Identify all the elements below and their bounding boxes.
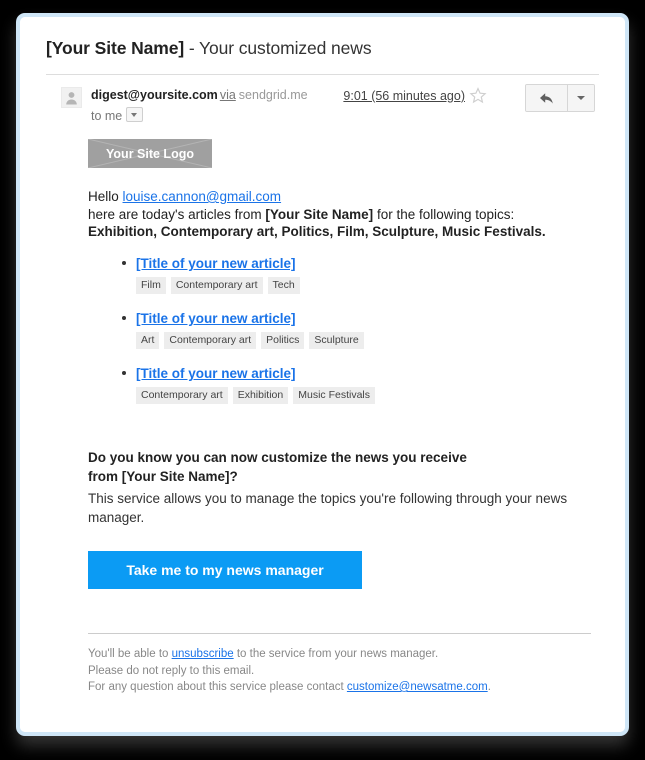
article-title-link[interactable]: [Title of your new article] — [136, 366, 296, 381]
footer-line1-prefix: You'll be able to — [88, 648, 172, 660]
greeting-line: Hello louise.cannon@gmail.com — [88, 189, 608, 204]
recipients-label: to me — [91, 109, 123, 123]
tag-chip[interactable]: Contemporary art — [164, 332, 257, 349]
footer-divider — [88, 633, 591, 634]
message-actions — [525, 84, 595, 112]
promo-headline-line1: Do you know you can now customize the ne… — [88, 450, 467, 465]
list-item: [Title of your new article] Film Contemp… — [88, 255, 608, 294]
tag-chip[interactable]: Sculpture — [309, 332, 364, 349]
tag-chip[interactable]: Politics — [261, 332, 305, 349]
article-tags: Film Contemporary art Tech — [136, 277, 608, 294]
intro-suffix: for the following topics: — [373, 207, 515, 222]
list-item: [Title of your new article] Art Contempo… — [88, 310, 608, 349]
email-body: Your Site Logo Hello louise.cannon@gmail… — [88, 139, 608, 696]
footer-line1-suffix: to the service from your news manager. — [233, 648, 439, 660]
tag-chip[interactable]: Contemporary art — [136, 387, 228, 404]
footer-line-contact: For any question about this service plea… — [88, 679, 608, 696]
unsubscribe-link[interactable]: unsubscribe — [172, 648, 234, 660]
sender-email[interactable]: digest@yoursite.com — [91, 88, 218, 102]
tag-chip[interactable]: Contemporary art — [170, 277, 263, 294]
tag-chip[interactable]: Art — [136, 332, 160, 349]
topics-line: Exhibition, Contemporary art, Politics, … — [88, 224, 546, 239]
email-footer: You'll be able to unsubscribe to the ser… — [88, 646, 608, 696]
greeting-prefix: Hello — [88, 189, 123, 204]
list-item: [Title of your new article] Contemporary… — [88, 365, 608, 404]
intro-site-name: [Your Site Name] — [265, 207, 374, 222]
subject-site-name: [Your Site Name] — [46, 38, 185, 58]
reply-arrow-icon — [540, 92, 553, 104]
article-title-link[interactable]: [Title of your new article] — [136, 311, 296, 326]
site-logo-label: Your Site Logo — [106, 146, 194, 161]
tag-chip[interactable]: Film — [136, 277, 166, 294]
promo-section: Do you know you can now customize the ne… — [88, 448, 608, 589]
email-card: [Your Site Name] - Your customized news … — [20, 17, 625, 732]
intro-prefix: here are today's articles from — [88, 207, 266, 222]
recipients-line: to me — [91, 107, 144, 123]
avatar — [61, 87, 82, 108]
footer-line-no-reply: Please do not reply to this email. — [88, 664, 255, 677]
contact-email-link[interactable]: customize@newsatme.com — [347, 681, 488, 693]
via-domain: sendgrid.me — [238, 88, 308, 102]
promo-subtext: This service allows you to manage the to… — [88, 491, 568, 525]
site-logo-placeholder: Your Site Logo — [88, 139, 212, 168]
subject-divider — [46, 74, 599, 75]
person-icon — [66, 92, 77, 105]
email-window-frame: [Your Site Name] - Your customized news … — [16, 13, 629, 736]
subject-separator: - — [184, 38, 200, 58]
article-tags: Art Contemporary art Politics Sculpture — [136, 332, 608, 349]
article-list: [Title of your new article] Film Contemp… — [88, 255, 608, 404]
sender-header: digest@yoursite.com via sendgrid.me to me … — [46, 84, 625, 127]
sender-identity: digest@yoursite.com via sendgrid.me — [91, 88, 308, 102]
tag-chip[interactable]: Tech — [267, 277, 300, 294]
footer-line-unsubscribe: You'll be able to unsubscribe to the ser… — [88, 646, 608, 663]
article-tags: Contemporary art Exhibition Music Festiv… — [136, 387, 608, 404]
recipient-email-link[interactable]: louise.cannon@gmail.com — [123, 189, 282, 204]
via-label[interactable]: via — [220, 88, 236, 102]
timestamp[interactable]: 9:01 (56 minutes ago) — [343, 89, 465, 103]
promo-headline: Do you know you can now customize the ne… — [88, 448, 518, 486]
recipients-details-toggle[interactable] — [126, 107, 144, 122]
intro-line: here are today's articles from [Your Sit… — [88, 206, 608, 224]
footer-line3-prefix: For any question about this service plea… — [88, 681, 347, 693]
page-title: [Your Site Name] - Your customized news — [46, 38, 625, 59]
promo-headline-line2: from [Your Site Name]? — [88, 469, 238, 484]
subject-tail: Your customized news — [199, 38, 372, 58]
tag-chip[interactable]: Exhibition — [232, 387, 289, 404]
news-manager-button-label: Take me to my news manager — [126, 562, 324, 578]
tag-chip[interactable]: Music Festivals — [293, 387, 375, 404]
more-options-button[interactable] — [567, 85, 594, 111]
reply-button[interactable] — [526, 85, 567, 111]
news-manager-button[interactable]: Take me to my news manager — [88, 551, 362, 589]
article-title-link[interactable]: [Title of your new article] — [136, 256, 296, 271]
footer-line3-suffix: . — [487, 681, 491, 693]
star-icon[interactable] — [469, 87, 487, 105]
